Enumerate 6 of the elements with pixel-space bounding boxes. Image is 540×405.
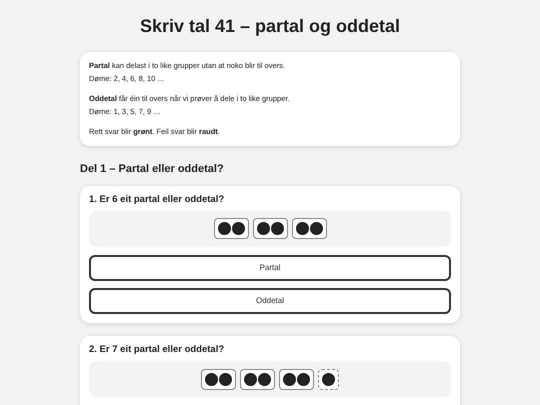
page-title: Skriv tal 41 – partal og oddetal	[140, 15, 400, 38]
question-text: 2. Er 7 eit partal eller oddetal?	[89, 342, 224, 357]
section-heading: Del 1 – Partal eller oddetal?	[80, 162, 224, 177]
answer-button[interactable]: Partal	[89, 254, 451, 281]
answer-button[interactable]: Oddetal	[89, 288, 451, 314]
question-text: 1. Er 6 eit partal eller oddetal?	[89, 192, 224, 206]
